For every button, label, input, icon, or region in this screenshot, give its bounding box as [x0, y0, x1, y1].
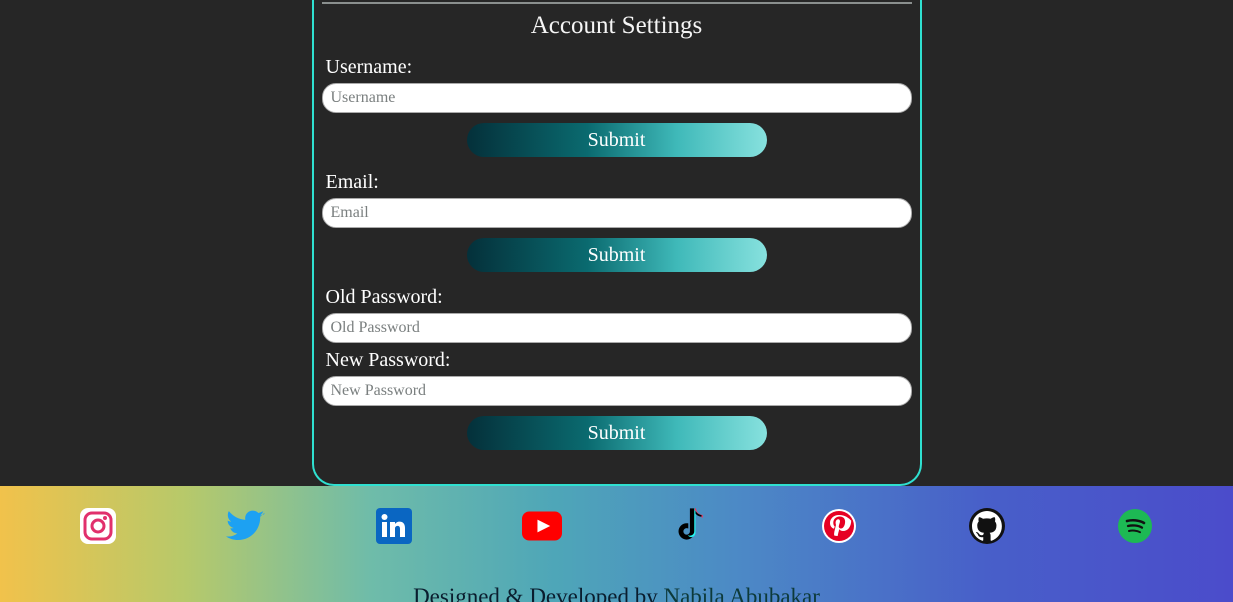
pinterest-icon[interactable] [819, 506, 859, 546]
account-settings-panel: Account Settings Username: Submit Email:… [312, 0, 922, 486]
new-password-input[interactable] [322, 376, 912, 406]
username-submit-button[interactable]: Submit [467, 123, 767, 157]
page-footer: Designed & Developed by Nabila Abubakar [0, 486, 1233, 602]
credit-text: Designed & Developed by [413, 584, 663, 602]
instagram-icon[interactable] [78, 506, 118, 546]
username-input[interactable] [322, 83, 912, 113]
social-icons-row [0, 500, 1233, 552]
old-password-input[interactable] [322, 313, 912, 343]
panel-divider [322, 2, 912, 4]
linkedin-icon[interactable] [374, 506, 414, 546]
tiktok-icon[interactable] [671, 506, 711, 546]
github-icon[interactable] [967, 506, 1007, 546]
spotify-icon[interactable] [1115, 506, 1155, 546]
author-link[interactable]: Nabila Abubakar [663, 584, 819, 602]
youtube-icon[interactable] [522, 506, 562, 546]
footer-credit: Designed & Developed by Nabila Abubakar [413, 584, 820, 602]
old-password-label: Old Password: [326, 286, 912, 309]
email-input[interactable] [322, 198, 912, 228]
panel-title: Account Settings [322, 12, 912, 40]
new-password-label: New Password: [326, 349, 912, 372]
email-submit-button[interactable]: Submit [467, 238, 767, 272]
password-submit-button[interactable]: Submit [467, 416, 767, 450]
username-label: Username: [326, 56, 912, 79]
email-label: Email: [326, 171, 912, 194]
twitter-icon[interactable] [226, 506, 266, 546]
